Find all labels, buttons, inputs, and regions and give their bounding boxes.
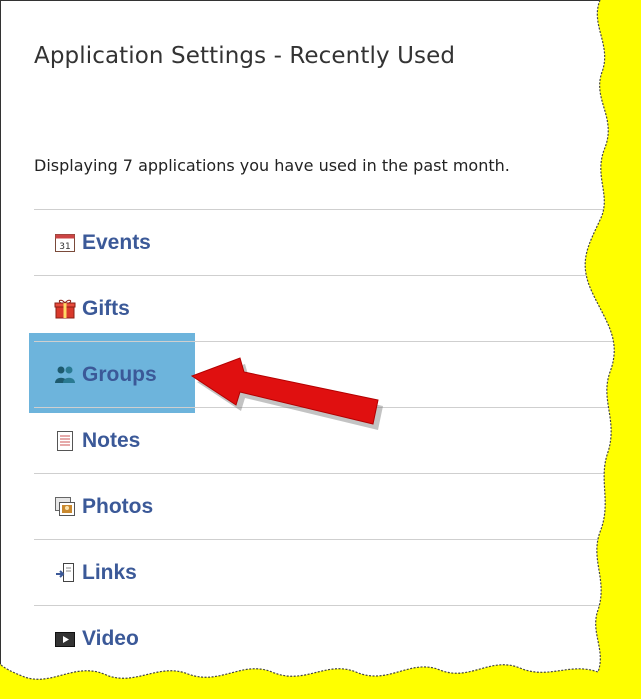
red-arrow-icon: [190, 357, 383, 430]
screenshot-stage: Application Settings - Recently Used Dis…: [0, 0, 641, 698]
